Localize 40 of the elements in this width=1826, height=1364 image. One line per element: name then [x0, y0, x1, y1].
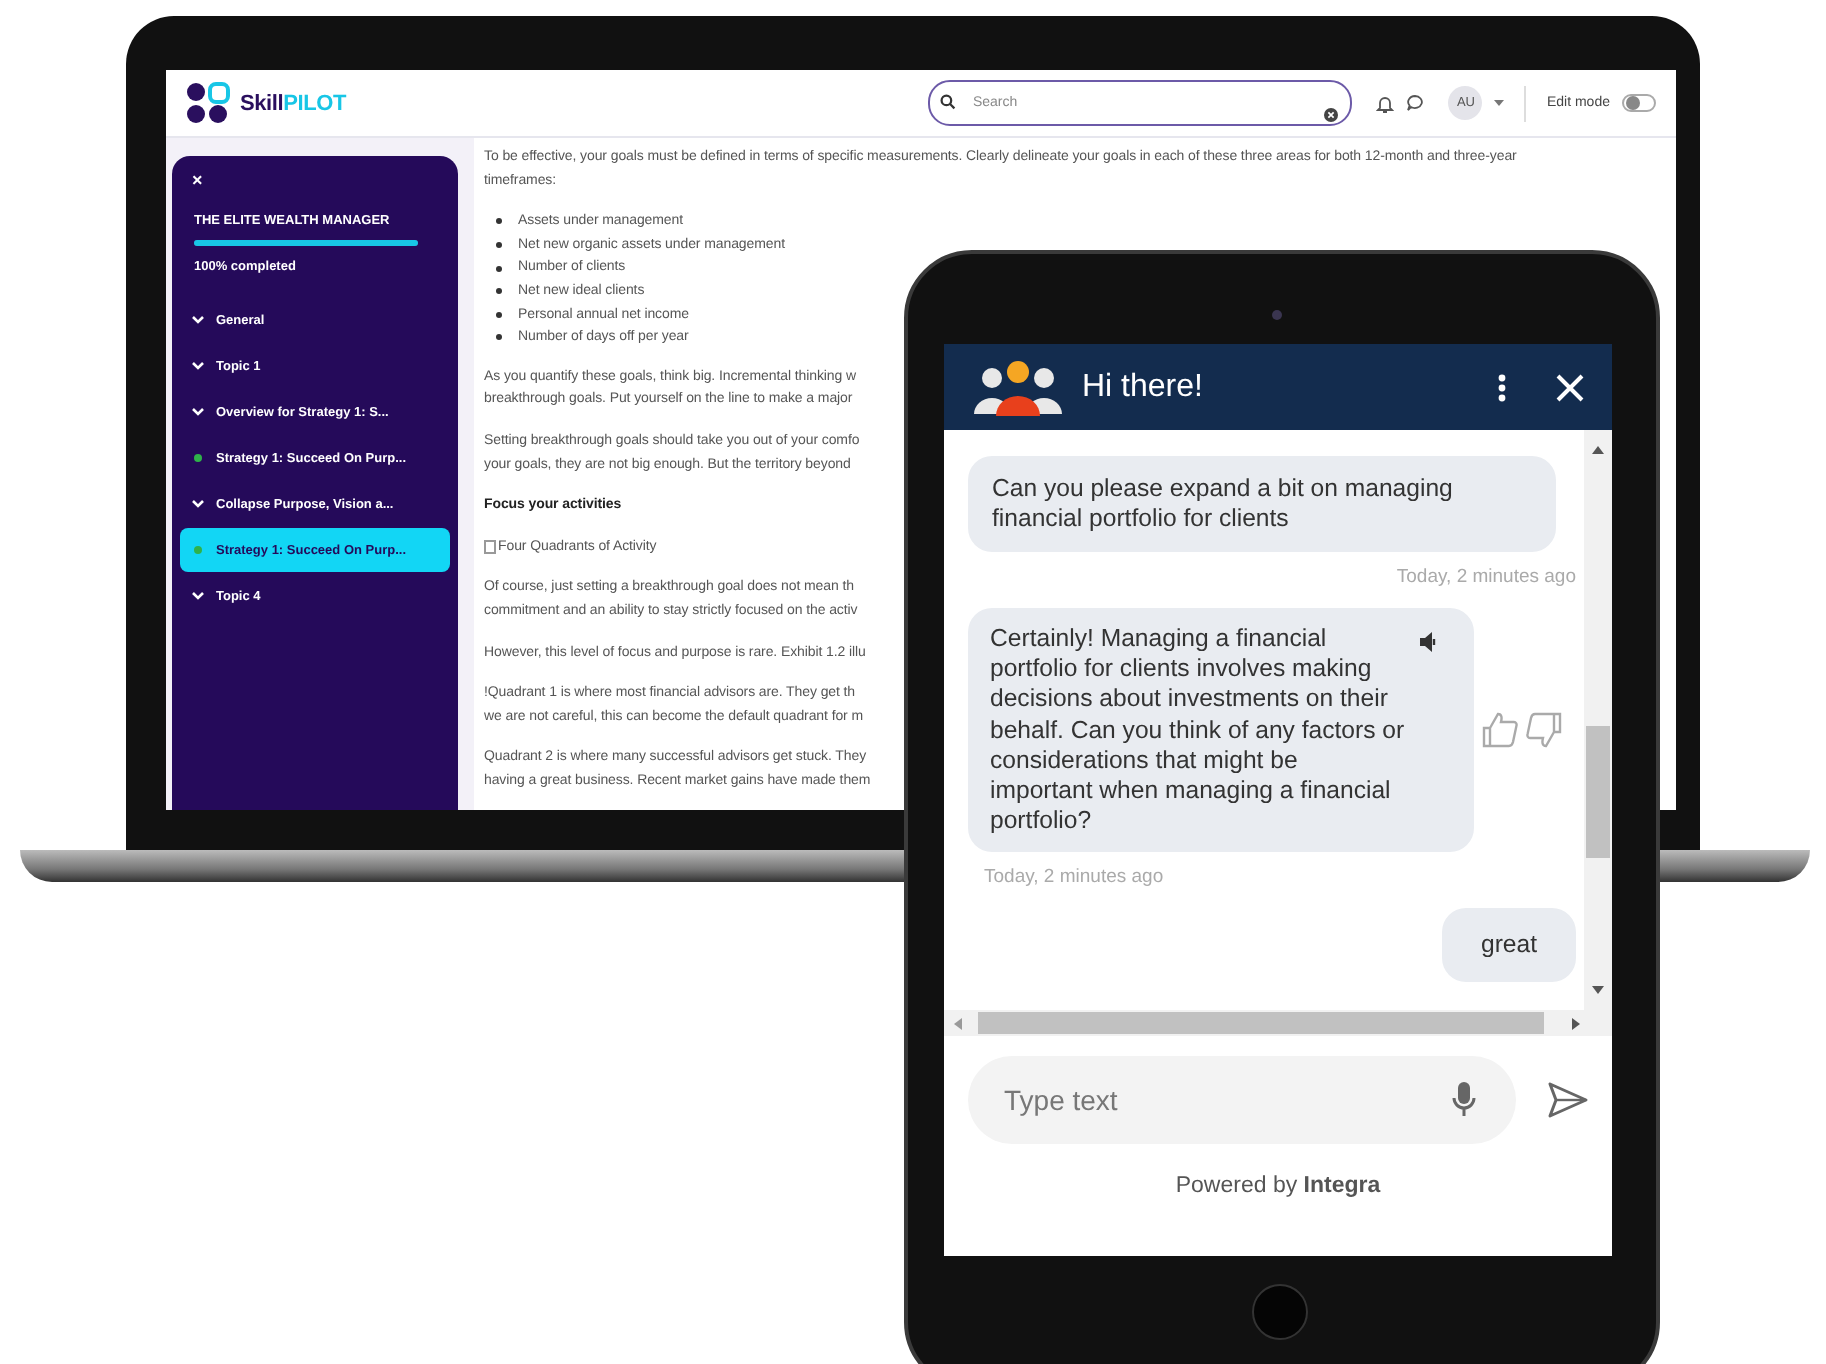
close-button[interactable]: ×: [192, 172, 208, 188]
chat-bubble-icon[interactable]: [1406, 94, 1425, 112]
bullet-icon: [496, 334, 502, 341]
powered-by-text: Powered by Integra: [1175, 1174, 1381, 1198]
group-icon: [972, 357, 1064, 417]
chevron-icon: [192, 592, 204, 600]
logo-icon: [186, 81, 230, 125]
caret-icon[interactable]: [1494, 100, 1505, 106]
thumbs-down-icon[interactable]: [1526, 712, 1562, 749]
bullet-icon: [496, 242, 502, 249]
timestamp: Today, 2 minutes ago: [1394, 566, 1576, 588]
edit-mode-toggle[interactable]: [1622, 94, 1656, 112]
message-input[interactable]: Type text: [968, 1056, 1516, 1144]
bullet-icon: [496, 265, 502, 272]
chevron-icon: [192, 408, 204, 416]
message-bubble: great: [1442, 908, 1576, 983]
chevron-icon: [192, 362, 204, 370]
speaker-icon[interactable]: [1420, 632, 1438, 652]
message-bubble: Certainly! Managing a financial portfolio for clients involves making decisions about investments on their behalf. Can you think of any factors or considerations that might be important when managing a financial portfolio?: [968, 608, 1474, 853]
horizontal-scrollbar[interactable]: [944, 1010, 1612, 1036]
status-dot: [194, 546, 202, 554]
vertical-scrollbar[interactable]: [1584, 430, 1612, 1010]
bullet-icon: [496, 288, 502, 295]
thumbs-up-icon[interactable]: [1482, 712, 1518, 749]
chevron-icon: [192, 500, 204, 508]
camera-icon: [1272, 310, 1282, 320]
send-icon[interactable]: [1548, 1082, 1588, 1118]
status-dot: [194, 454, 202, 462]
broken-image-icon: [484, 540, 496, 555]
bullet-icon: [496, 218, 502, 225]
logo-text: SkillPILOT: [240, 91, 347, 115]
bell-icon[interactable]: [1376, 93, 1395, 113]
message-bubble: Can you please expand a bit on managing financial portfolio for clients: [968, 456, 1556, 552]
timestamp: Today, 2 minutes ago: [984, 866, 1166, 889]
microphone-icon[interactable]: [1452, 1082, 1476, 1118]
close-icon[interactable]: [1556, 373, 1584, 401]
chat-title: Hi there!: [1082, 369, 1203, 405]
more-options-icon[interactable]: [1498, 373, 1506, 401]
chevron-icon: [192, 316, 204, 324]
bullet-icon: [496, 311, 502, 318]
